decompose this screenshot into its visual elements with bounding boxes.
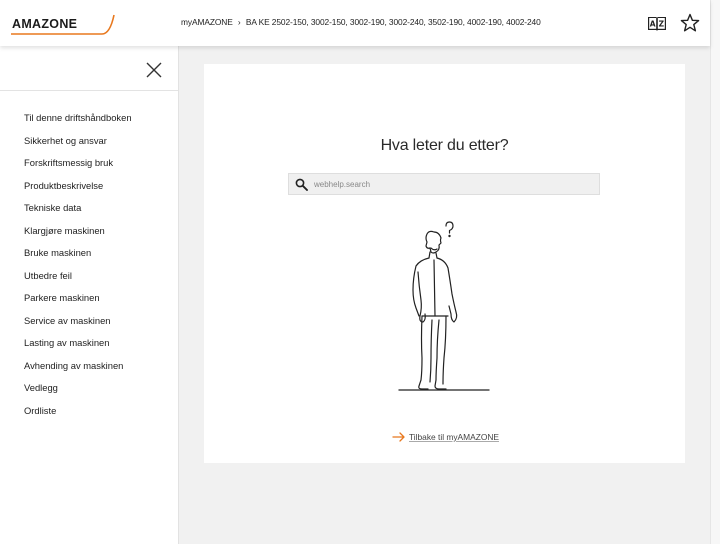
sidebar-item-sikkerhet-og-ansvar[interactable]: Sikkerhet og ansvar	[24, 135, 132, 158]
search-input[interactable]	[314, 176, 584, 192]
sidebar-item-vedlegg[interactable]: Vedlegg	[24, 382, 132, 405]
glossary-icon[interactable]: A Z	[647, 13, 667, 33]
back-link-label: Tilbake til myAMAZONE	[409, 431, 499, 442]
favorite-star-icon[interactable]	[680, 13, 700, 33]
scrollbar[interactable]	[710, 0, 720, 544]
sidebar-item-utbedre-feil[interactable]: Utbedre feil	[24, 270, 132, 293]
main-content: Hva leter du etter? webhelp.search Tilba…	[179, 46, 710, 544]
logo-swoosh-icon	[11, 14, 115, 35]
search-icon	[295, 178, 308, 191]
top-bar: AMAZONE myAMAZONE › BA KE 2502-150, 3002…	[0, 0, 710, 46]
sidebar-item-bruke-maskinen[interactable]: Bruke maskinen	[24, 247, 132, 270]
breadcrumb: myAMAZONE › BA KE 2502-150, 3002-150, 30…	[181, 17, 541, 27]
search-box[interactable]	[288, 173, 600, 195]
arrow-right-icon	[392, 432, 405, 442]
breadcrumb-current: BA KE 2502-150, 3002-150, 3002-190, 3002…	[245, 17, 541, 27]
sidebar: Til denne driftshåndboken Sikkerhet og a…	[0, 46, 179, 544]
breadcrumb-separator: ›	[237, 17, 241, 27]
sidebar-item-parkere-maskinen[interactable]: Parkere maskinen	[24, 292, 132, 315]
search-card: Hva leter du etter? webhelp.search Tilba…	[204, 64, 685, 463]
amazone-logo[interactable]: AMAZONE	[10, 12, 118, 38]
breadcrumb-root-link[interactable]: myAMAZONE	[181, 17, 233, 27]
sidebar-item-ordliste[interactable]: Ordliste	[24, 405, 132, 428]
sidebar-item-produktbeskrivelse[interactable]: Produktbeskrivelse	[24, 180, 132, 203]
sidebar-header	[0, 46, 178, 91]
sidebar-item-lasting-av-maskinen[interactable]: Lasting av maskinen	[24, 337, 132, 360]
page-title: Hva leter du etter?	[380, 137, 509, 154]
person-wondering-illustration	[398, 221, 490, 391]
sidebar-item-til-denne-driftshandboken[interactable]: Til denne driftshåndboken	[24, 112, 132, 135]
back-to-myamazone-link[interactable]: Tilbake til myAMAZONE	[392, 431, 499, 442]
sidebar-item-klargjore-maskinen[interactable]: Klargjøre maskinen	[24, 225, 132, 248]
sidebar-item-avhending-av-maskinen[interactable]: Avhending av maskinen	[24, 360, 132, 383]
svg-text:A: A	[650, 20, 656, 29]
sidebar-item-forskriftsmessig-bruk[interactable]: Forskriftsmessig bruk	[24, 157, 132, 180]
sidebar-item-tekniske-data[interactable]: Tekniske data	[24, 202, 132, 225]
sidebar-nav: Til denne driftshåndboken Sikkerhet og a…	[24, 112, 132, 427]
close-icon[interactable]	[145, 61, 163, 79]
svg-text:Z: Z	[659, 20, 665, 29]
sidebar-item-service-av-maskinen[interactable]: Service av maskinen	[24, 315, 132, 338]
